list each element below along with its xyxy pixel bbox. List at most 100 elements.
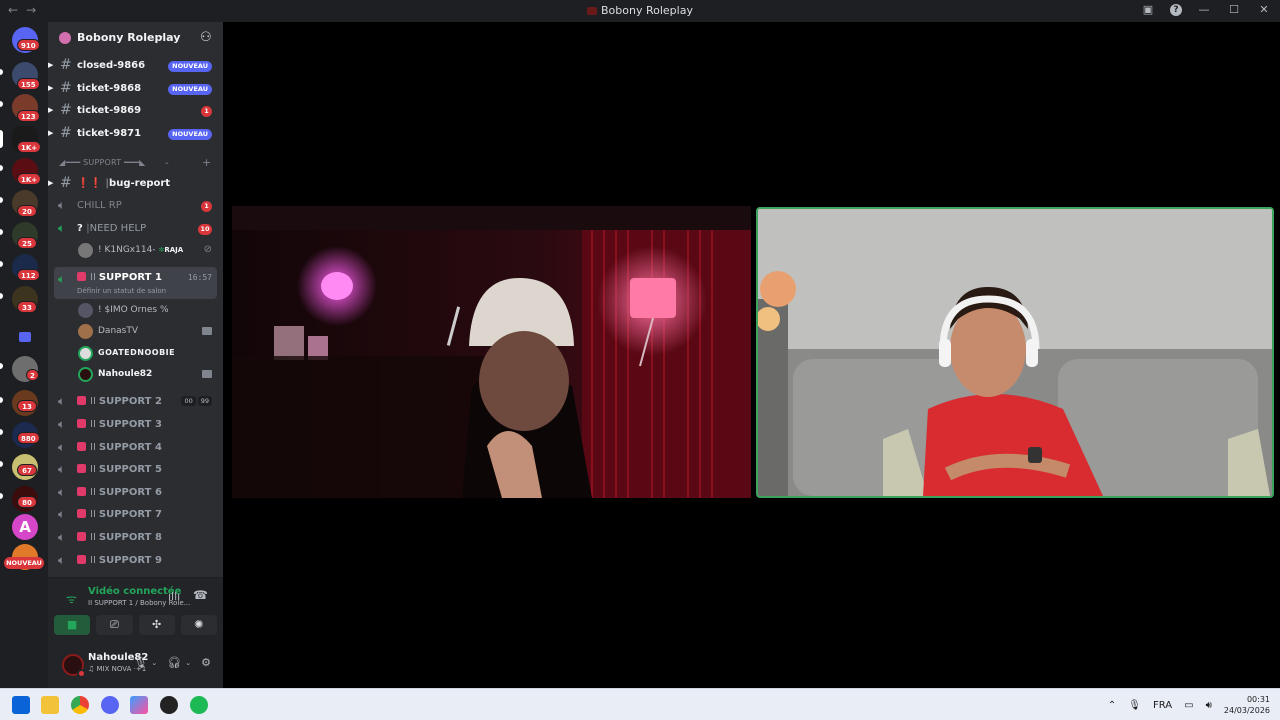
- hash-icon: #: [60, 175, 72, 191]
- obs-icon[interactable]: [160, 696, 178, 714]
- chevron-down-icon[interactable]: ⌄: [185, 659, 191, 667]
- channel-support[interactable]: 🔈︎ II SUPPORT 5: [48, 459, 223, 481]
- avatar: [78, 346, 93, 361]
- hash-icon: #: [60, 102, 72, 118]
- category-name: ◢━━━ SUPPORT ━━━◣: [59, 158, 146, 167]
- sos-icon: [77, 396, 86, 405]
- member-name: ! $IMO Ornes %: [98, 305, 169, 315]
- mention-badge: 1: [201, 201, 212, 212]
- guild-header[interactable]: Bobony Roleplay ⌄ ⚇: [48, 22, 223, 54]
- video-feed-image: [232, 206, 751, 498]
- chevron-up-icon[interactable]: ⌃: [1108, 700, 1116, 711]
- category-support[interactable]: ◢━━━ SUPPORT ━━━◣ ⌄ +: [48, 156, 223, 171]
- channel-support[interactable]: 🔈︎ II SUPPORT 8: [48, 527, 223, 549]
- network-icon[interactable]: ▭: [1184, 700, 1193, 711]
- channel-name: II SUPPORT 7: [77, 509, 162, 520]
- video-tile-speaking[interactable]: [756, 207, 1274, 498]
- disconnect-icon[interactable]: ☎: [193, 588, 208, 602]
- system-tray: ⌃ 🎙︎ FRA ▭ 🔊︎ 00:31 24/03/2026: [1108, 689, 1270, 720]
- chevron-down-icon: ⌄: [164, 158, 170, 166]
- language-indicator[interactable]: FRA: [1153, 700, 1172, 711]
- camera-button[interactable]: ■: [54, 615, 91, 635]
- volume-icon[interactable]: 🔊︎: [1206, 700, 1212, 711]
- channel-name: closed-9866: [77, 60, 146, 71]
- chrome-icon[interactable]: [71, 696, 89, 714]
- server-badge: 13: [17, 400, 37, 412]
- screen-share-button[interactable]: ⎚: [96, 615, 133, 635]
- video-camera-icon: [202, 327, 212, 335]
- discord-icon[interactable]: [101, 696, 119, 714]
- server-badge: 880: [17, 432, 40, 444]
- signal-icon[interactable]: ᯤ: [66, 590, 77, 607]
- new-badge: NOUVEAU: [168, 61, 212, 72]
- app-icon[interactable]: [130, 696, 148, 714]
- voice-member[interactable]: GOATEDNOOBIE: [48, 344, 223, 364]
- channel-name: ticket-9869: [77, 105, 142, 116]
- set-channel-status[interactable]: Définir un statut de salon: [77, 287, 166, 295]
- minimize-button[interactable]: —: [1196, 3, 1212, 16]
- channel-support[interactable]: 🔈︎ II SUPPORT 3: [48, 414, 223, 436]
- member-name: GOATEDNOOBIE: [98, 348, 176, 357]
- server-badge: 123: [17, 110, 40, 122]
- unread-pill: [0, 261, 3, 267]
- channel-support-1[interactable]: 🔈︎ II SUPPORT 1 16:57 Définir un statut d…: [54, 267, 217, 299]
- windows-start-icon[interactable]: [12, 696, 30, 714]
- speaker-icon: 🔈︎: [58, 394, 66, 408]
- speaker-icon: 🔈︎: [58, 198, 66, 212]
- folder-icon[interactable]: [12, 324, 38, 350]
- maximize-button[interactable]: ☐: [1226, 3, 1242, 16]
- headphones-icon[interactable]: 🎧︎: [167, 656, 181, 669]
- invite-people-icon[interactable]: ⚇: [200, 30, 212, 45]
- clock-time: 00:31: [1246, 695, 1270, 704]
- avatar: [78, 367, 93, 382]
- hash-icon: #: [60, 125, 72, 141]
- soundboard-button[interactable]: ✺: [180, 615, 217, 635]
- voice-member[interactable]: DanasTV: [48, 322, 223, 342]
- help-icon[interactable]: ?: [1170, 3, 1182, 16]
- server-rail: 910 155 123 1K+ 1K+ 20 25 112 33 2 13 88…: [0, 22, 48, 688]
- channel-label: NEED HELP: [89, 223, 147, 234]
- microphone-icon[interactable]: 🎙︎: [1128, 700, 1141, 711]
- inbox-icon[interactable]: ▣: [1140, 3, 1156, 16]
- microphone-icon[interactable]: 🎙︎: [133, 656, 147, 669]
- windows-taskbar: ⌃ 🎙︎ FRA ▭ 🔊︎ 00:31 24/03/2026: [0, 688, 1280, 720]
- channel-ticket[interactable]: ▶ # closed-9866 NOUVEAU: [48, 55, 223, 77]
- server-icon[interactable]: A: [12, 514, 38, 540]
- chevron-down-icon: ⌄: [157, 31, 165, 41]
- channel-support[interactable]: 🔈︎ II SUPPORT 6: [48, 482, 223, 504]
- channel-bug-report[interactable]: ▶ # ❗❗ |bug-report: [48, 173, 223, 195]
- activities-button[interactable]: ✣: [138, 615, 175, 635]
- mention-badge: 1: [201, 106, 212, 117]
- member-name: DanasTV: [98, 326, 139, 336]
- member-name: ! K1NGx114- ✲RAJA: [98, 245, 184, 255]
- chevron-down-icon[interactable]: ⌄: [151, 659, 157, 667]
- unread-indicator-icon: ▶: [48, 61, 54, 69]
- file-explorer-icon[interactable]: [41, 696, 59, 714]
- channel-ticket[interactable]: ▶ # ticket-9869 1: [48, 100, 223, 122]
- clock-date: 24/03/2026: [1223, 706, 1270, 715]
- spotify-icon[interactable]: [190, 696, 208, 714]
- channel-need-help[interactable]: 🔈︎ ? |NEED HELP 10: [48, 218, 223, 240]
- unread-pill: [0, 197, 3, 203]
- close-button[interactable]: ✕: [1256, 3, 1272, 16]
- unread-pill: [0, 165, 3, 171]
- channel-support-2[interactable]: 🔈︎ II SUPPORT 2 00 99: [48, 391, 223, 413]
- user-controls: 🎙︎ ⌄ 🎧︎ ⌄ ⚙: [133, 656, 211, 669]
- clock[interactable]: 00:31 24/03/2026: [1224, 694, 1270, 716]
- channel-chill-rp[interactable]: 🔈︎ CHILL RP 1: [48, 195, 223, 217]
- sos-icon: [77, 555, 86, 564]
- channel-support[interactable]: 🔈︎ II SUPPORT 9: [48, 550, 223, 572]
- voice-member[interactable]: Nahoule82: [48, 365, 223, 385]
- voice-member[interactable]: ! K1NGx114- ✲RAJA ⊘: [48, 241, 223, 261]
- channel-ticket[interactable]: ▶ # ticket-9871 NOUVEAU: [48, 123, 223, 145]
- gear-icon[interactable]: ⚙: [201, 656, 211, 669]
- noise-suppression-icon[interactable]: ıllı: [168, 590, 180, 603]
- channel-ticket[interactable]: ▶ # ticket-9868 NOUVEAU: [48, 78, 223, 100]
- add-channel-icon[interactable]: +: [202, 156, 211, 169]
- speaker-icon: 🔈︎: [58, 462, 66, 476]
- channel-support[interactable]: 🔈︎ II SUPPORT 4: [48, 437, 223, 459]
- sos-icon: [77, 419, 86, 428]
- channel-support[interactable]: 🔈︎ II SUPPORT 7: [48, 504, 223, 526]
- voice-member[interactable]: ! $IMO Ornes %: [48, 301, 223, 321]
- video-tile[interactable]: [232, 206, 751, 498]
